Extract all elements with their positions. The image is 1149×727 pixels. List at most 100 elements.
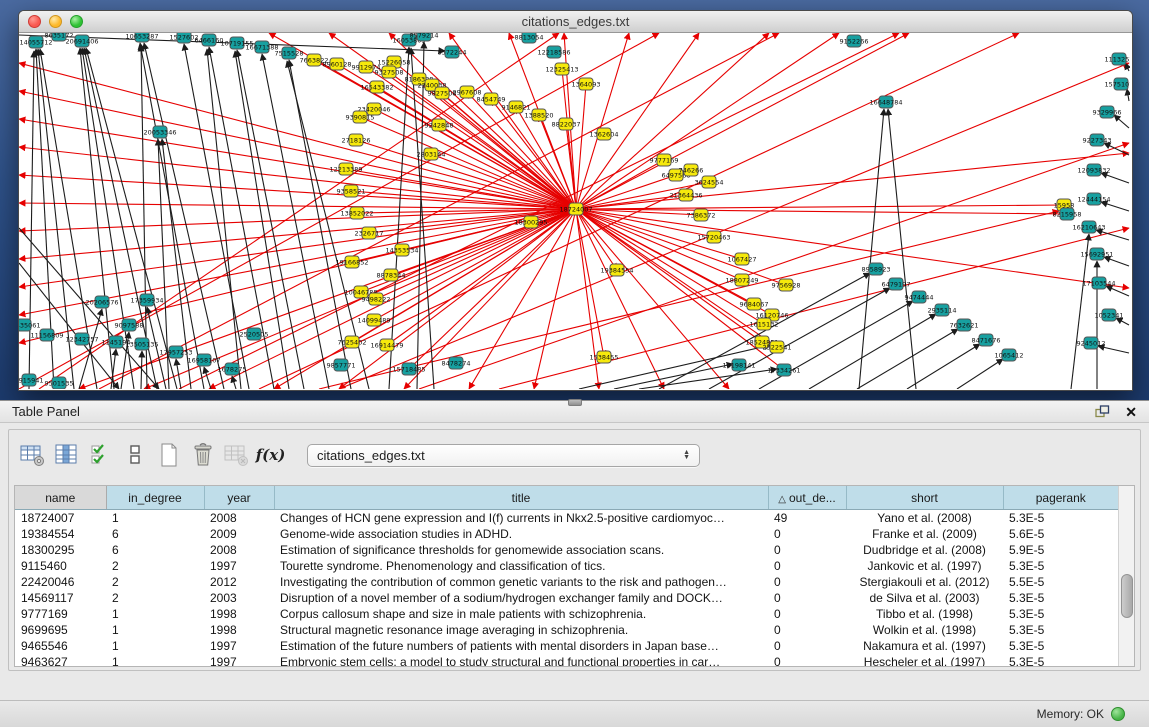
table-settings-icon[interactable] bbox=[19, 442, 46, 469]
graph-node[interactable]: 1362604 bbox=[590, 128, 619, 140]
graph-node[interactable]: 7625402 bbox=[338, 336, 367, 348]
graph-node[interactable]: 20206576 bbox=[85, 296, 118, 308]
table-row[interactable]: 2242004622012Investigating the contribut… bbox=[15, 574, 1119, 590]
new-table-icon[interactable] bbox=[155, 442, 182, 469]
graph-node[interactable]: 746266 bbox=[679, 164, 704, 176]
graph-node[interactable]: 1538455 bbox=[590, 351, 619, 363]
graph-node[interactable]: 10653287 bbox=[125, 33, 158, 42]
graph-node[interactable]: 18300295 bbox=[514, 216, 547, 228]
graph-node[interactable]: 2803144 bbox=[417, 148, 446, 160]
table-row[interactable]: 969969511998Structural magnetic resonanc… bbox=[15, 622, 1119, 638]
column-header-pagerank[interactable]: pagerank bbox=[1003, 486, 1119, 510]
graph-node[interactable]: 13852022 bbox=[340, 207, 373, 219]
graph-node[interactable]: 12342757 bbox=[65, 333, 98, 345]
graph-node[interactable]: 3915941 bbox=[19, 374, 43, 386]
graph-node[interactable]: 9327508 bbox=[375, 66, 404, 78]
graph-node[interactable]: 1364093 bbox=[572, 78, 601, 90]
graph-node[interactable]: 9684067 bbox=[740, 298, 769, 310]
graph-node[interactable]: 8471676 bbox=[972, 334, 1001, 346]
table-row[interactable]: 1872400712008Changes of HCN gene express… bbox=[15, 510, 1119, 527]
graph-node[interactable]: 9152266 bbox=[840, 35, 869, 47]
graph-node[interactable]: 1678275 bbox=[218, 363, 247, 375]
graph-node[interactable]: 12218586 bbox=[537, 46, 570, 58]
graph-node[interactable]: 9777169 bbox=[650, 154, 679, 166]
graph-node[interactable]: 9390815 bbox=[346, 111, 375, 123]
column-header-title[interactable]: title bbox=[274, 486, 768, 510]
graph-node[interactable]: 1052341 bbox=[1095, 309, 1124, 321]
graph-node[interactable]: 9498222 bbox=[362, 293, 391, 305]
graph-node[interactable]: 2326717 bbox=[355, 227, 384, 239]
column-header-short[interactable]: short bbox=[846, 486, 1003, 510]
graph-node[interactable]: 19384554 bbox=[600, 264, 633, 276]
graph-node[interactable]: 16543382 bbox=[360, 81, 393, 93]
graph-node[interactable]: 8878344 bbox=[377, 269, 406, 281]
graph-node[interactable]: 1388520 bbox=[525, 109, 554, 121]
close-panel-icon[interactable]: ✕ bbox=[1125, 405, 1137, 419]
table-row[interactable]: 1456911722003Disruption of a novel membe… bbox=[15, 590, 1119, 606]
table-row[interactable]: 946362711997Embryonic stem cells: a mode… bbox=[15, 654, 1119, 667]
graph-node[interactable]: 9857771 bbox=[327, 359, 356, 371]
table-row[interactable]: 946554611997Estimation of the future num… bbox=[15, 638, 1119, 654]
graph-node[interactable]: 9242848 bbox=[425, 119, 454, 131]
graph-node[interactable]: 12444154 bbox=[1077, 193, 1110, 205]
graph-node[interactable]: 8960128 bbox=[323, 58, 352, 70]
panel-divider-grip[interactable] bbox=[568, 399, 582, 406]
zoom-button[interactable] bbox=[70, 15, 83, 28]
graph-node[interactable]: 6466160 bbox=[195, 34, 224, 46]
graph-node[interactable]: 9227343 bbox=[1083, 134, 1112, 146]
graph-node[interactable]: 9329966 bbox=[1093, 106, 1122, 118]
row-height-icon[interactable] bbox=[121, 442, 148, 469]
close-button[interactable] bbox=[28, 15, 41, 28]
graph-node[interactable]: 17359934 bbox=[130, 294, 163, 306]
graph-node[interactable]: 9756928 bbox=[772, 279, 801, 291]
graph-node[interactable]: 9358521 bbox=[337, 185, 366, 197]
graph-node[interactable]: 15718485 bbox=[392, 363, 425, 375]
graph-node[interactable]: 12213389 bbox=[329, 163, 362, 175]
graph-node[interactable]: 8215958 bbox=[1053, 208, 1082, 220]
minimize-button[interactable] bbox=[49, 15, 62, 28]
column-header-name[interactable]: name bbox=[15, 486, 106, 510]
graph-node[interactable]: 15751074 bbox=[1104, 78, 1130, 90]
function-builder-icon[interactable]: f(x) bbox=[257, 442, 284, 469]
graph-node[interactable]: 14353534 bbox=[385, 244, 418, 256]
graph-node[interactable]: 17435061 bbox=[19, 319, 41, 331]
graph-node[interactable]: 1065412 bbox=[995, 349, 1024, 361]
graph-node[interactable]: 9501535 bbox=[45, 377, 74, 389]
table-row[interactable]: 1830029562008Estimation of significance … bbox=[15, 542, 1119, 558]
network-window[interactable]: citations_edges.txt 76638228960128991297… bbox=[18, 10, 1133, 391]
graph-node[interactable]: 9474444 bbox=[905, 291, 934, 303]
graph-node[interactable]: 2522541 bbox=[763, 341, 792, 353]
graph-node[interactable]: 7386372 bbox=[687, 209, 716, 221]
graph-node[interactable]: 2718126 bbox=[342, 134, 371, 146]
graph-node[interactable]: 20691406 bbox=[65, 35, 98, 47]
graph-node[interactable]: 16914479 bbox=[370, 339, 403, 351]
window-titlebar[interactable]: citations_edges.txt bbox=[19, 11, 1132, 33]
memory-status-indicator[interactable] bbox=[1111, 707, 1125, 721]
graph-node[interactable]: 18724007 bbox=[559, 203, 592, 215]
float-panel-icon[interactable] bbox=[1095, 405, 1110, 418]
network-svg[interactable]: 7663822896012899129741522605893275088186… bbox=[19, 33, 1130, 389]
graph-node[interactable]: 1113252 bbox=[1105, 53, 1130, 65]
graph-node[interactable]: 18807249 bbox=[725, 274, 758, 286]
graph-node[interactable]: 8813054 bbox=[515, 33, 544, 43]
column-header-in_degree[interactable]: in_degree bbox=[106, 486, 204, 510]
graph-node[interactable]: 13505135 bbox=[125, 338, 158, 350]
table-selector-dropdown[interactable]: citations_edges.txt ▲▼ bbox=[307, 444, 700, 467]
graph-node[interactable]: 9245012 bbox=[1077, 337, 1106, 349]
graph-node[interactable]: 16210643 bbox=[1072, 221, 1105, 233]
network-canvas[interactable]: 7663822896012899129741522605893275088186… bbox=[19, 33, 1130, 389]
scrollbar-thumb[interactable] bbox=[1121, 574, 1133, 618]
column-header-out_degree[interactable]: △out_de... bbox=[768, 486, 846, 510]
graph-node[interactable]: 12093832 bbox=[1077, 164, 1110, 176]
graph-node[interactable]: 2935114 bbox=[928, 304, 957, 316]
column-header-year[interactable]: year bbox=[204, 486, 274, 510]
graph-node[interactable]: 16648784 bbox=[869, 96, 902, 108]
graph-node[interactable]: 14099489 bbox=[357, 314, 390, 326]
graph-node[interactable]: 8822037 bbox=[552, 118, 581, 130]
vertical-scrollbar[interactable] bbox=[1118, 486, 1134, 666]
graph-node[interactable]: 1067427 bbox=[728, 253, 757, 265]
graph-node[interactable]: 12325413 bbox=[545, 63, 578, 75]
graph-node[interactable]: 21364436 bbox=[669, 189, 702, 201]
graph-node[interactable]: 8958923 bbox=[862, 263, 891, 275]
graph-node[interactable]: 2520505 bbox=[240, 328, 269, 340]
